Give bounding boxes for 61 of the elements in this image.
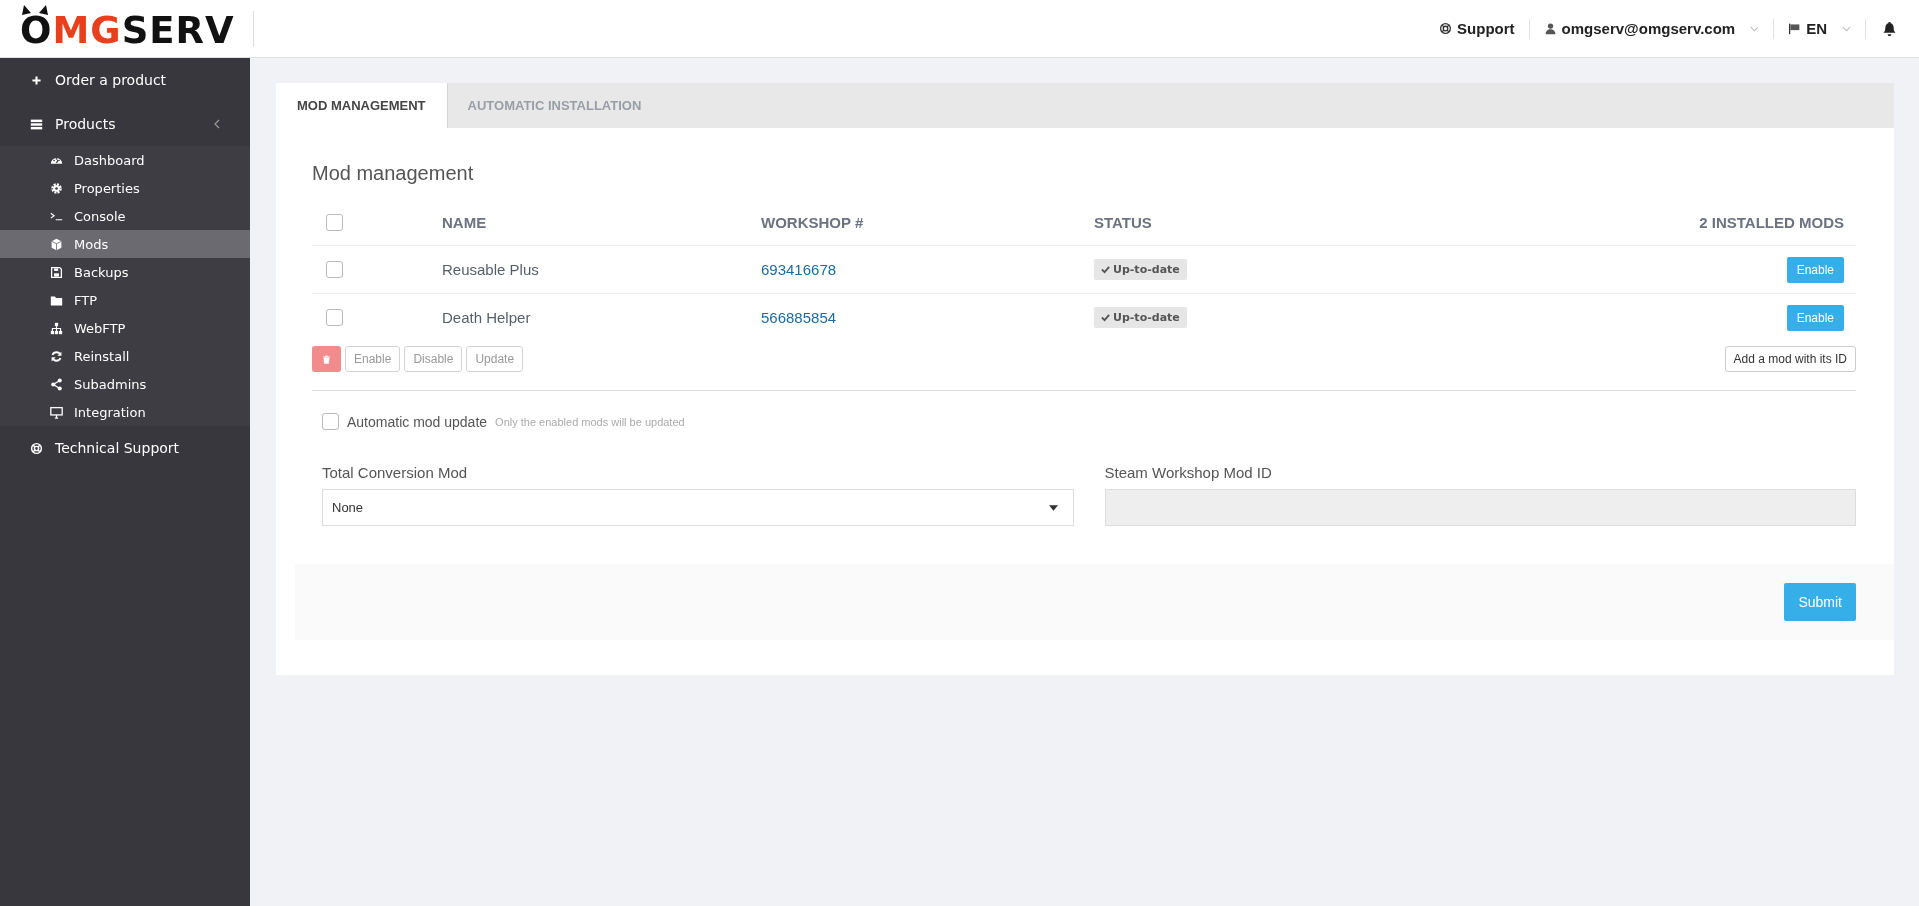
- checkbox-label: Automatic mod update: [347, 413, 488, 430]
- chevron-icon: [214, 119, 220, 129]
- logo[interactable]: OMGSERV: [20, 8, 235, 49]
- sidebar-item[interactable]: Technical Support: [0, 426, 250, 470]
- sidebar-item[interactable]: Order a product: [0, 58, 250, 102]
- plus-icon: [30, 73, 43, 87]
- add-mod-button[interactable]: Add a mod with its ID: [1724, 346, 1856, 372]
- sidebar-subitem[interactable]: Console: [0, 202, 250, 230]
- tab[interactable]: MOD MANAGEMENT: [276, 83, 448, 128]
- column-header: NAME: [442, 213, 487, 231]
- language-menu[interactable]: EN: [1788, 20, 1851, 37]
- sidebar-subitem[interactable]: Dashboard: [0, 146, 250, 174]
- chevron-down-icon: [1842, 25, 1851, 32]
- gear-icon: [50, 181, 63, 195]
- dropdown-caret-icon: [1048, 504, 1058, 511]
- section-title: Mod management: [312, 162, 475, 185]
- field-label: Total Conversion Mod: [322, 464, 469, 481]
- field-label: Steam Workshop Mod ID: [1104, 464, 1273, 481]
- workshop-link[interactable]: 693416678: [761, 261, 837, 278]
- row-checkbox[interactable]: [326, 309, 343, 326]
- sidebar-subitem[interactable]: Reinstall: [0, 342, 250, 370]
- hint-text: Only the enabled mods will be updated: [495, 415, 685, 428]
- sidebar-subitem[interactable]: Properties: [0, 174, 250, 202]
- sidebar-subitem[interactable]: Backups: [0, 258, 250, 286]
- sidebar-subitem[interactable]: FTP: [0, 286, 250, 314]
- workshop-link[interactable]: 566885854: [761, 309, 837, 326]
- notification-bell-icon[interactable]: [1882, 21, 1897, 36]
- select-all-checkbox[interactable]: [326, 213, 343, 231]
- cube-icon: [50, 237, 63, 251]
- row-checkbox[interactable]: [326, 261, 343, 278]
- sidebar-subitem[interactable]: Mods: [0, 230, 250, 258]
- flag-icon: [1788, 22, 1802, 35]
- status-badge: Up-to-date: [1094, 307, 1187, 328]
- refresh-icon: [50, 349, 63, 363]
- auto-update-checkbox[interactable]: [322, 413, 339, 430]
- sidebar-subitem[interactable]: WebFTP: [0, 314, 250, 342]
- sidebar-item[interactable]: Products: [0, 102, 250, 146]
- sitemap-icon: [50, 321, 63, 335]
- check-icon: [1101, 265, 1110, 274]
- lifebuoy-icon: [30, 441, 43, 455]
- check-icon: [1101, 313, 1110, 322]
- delete-button[interactable]: [312, 346, 341, 372]
- server-icon: [30, 117, 43, 131]
- total-conversion-select[interactable]: None: [322, 489, 1074, 526]
- folder-icon: [50, 293, 63, 307]
- chevron-down-icon: [1750, 25, 1760, 32]
- monitor-icon: [50, 405, 63, 419]
- column-header: 2 INSTALLED MODS: [1699, 213, 1844, 231]
- user-menu[interactable]: omgserv@omgserv.com: [1543, 20, 1760, 37]
- status-badge: Up-to-date: [1094, 259, 1187, 280]
- lifebuoy-icon: [1439, 22, 1453, 35]
- column-header: STATUS: [1094, 213, 1152, 231]
- support-link[interactable]: Support: [1439, 20, 1515, 37]
- column-header: WORKSHOP #: [761, 213, 864, 231]
- mod-name: Death Helper: [442, 309, 531, 326]
- user-icon: [1543, 22, 1557, 35]
- sidebar-subitem[interactable]: Integration: [0, 398, 250, 426]
- sidebar-subitem[interactable]: Subadmins: [0, 370, 250, 398]
- trash-icon: [322, 354, 331, 364]
- share-icon: [50, 377, 63, 391]
- mod-name: Reusable Plus: [442, 261, 539, 278]
